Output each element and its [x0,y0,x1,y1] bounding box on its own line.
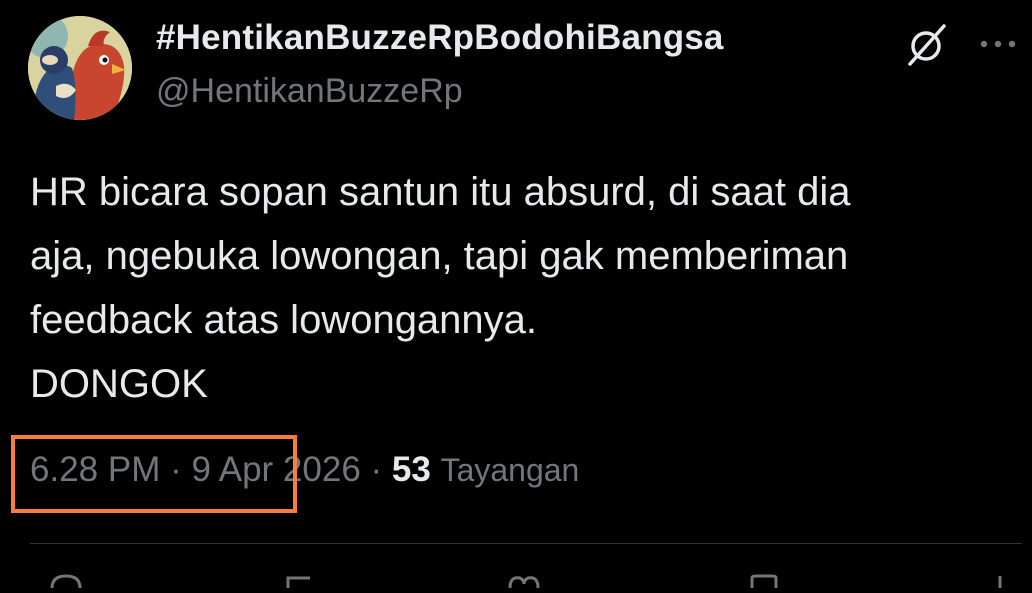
views-count[interactable]: 53 [392,450,431,489]
grok-icon[interactable] [904,22,950,68]
author-display-name[interactable]: #HentikanBuzzeRpBodohiBangsa [156,18,724,58]
views-label[interactable]: Tayangan [441,452,580,488]
repost-icon[interactable] [280,574,320,588]
author-handle[interactable]: @HentikanBuzzeRp [156,72,463,111]
reply-icon[interactable] [46,574,86,589]
highlight-box [11,435,297,513]
bookmark-icon[interactable] [744,574,784,588]
more-icon[interactable] [974,22,1022,66]
tweet-text: HR bicara sopan santun itu absurd, di sa… [30,170,851,406]
share-icon[interactable] [980,574,1020,588]
avatar[interactable] [28,16,132,120]
divider [30,543,1022,544]
meta-separator: · [360,450,392,489]
like-icon[interactable] [504,574,544,589]
action-bar [0,574,1032,589]
